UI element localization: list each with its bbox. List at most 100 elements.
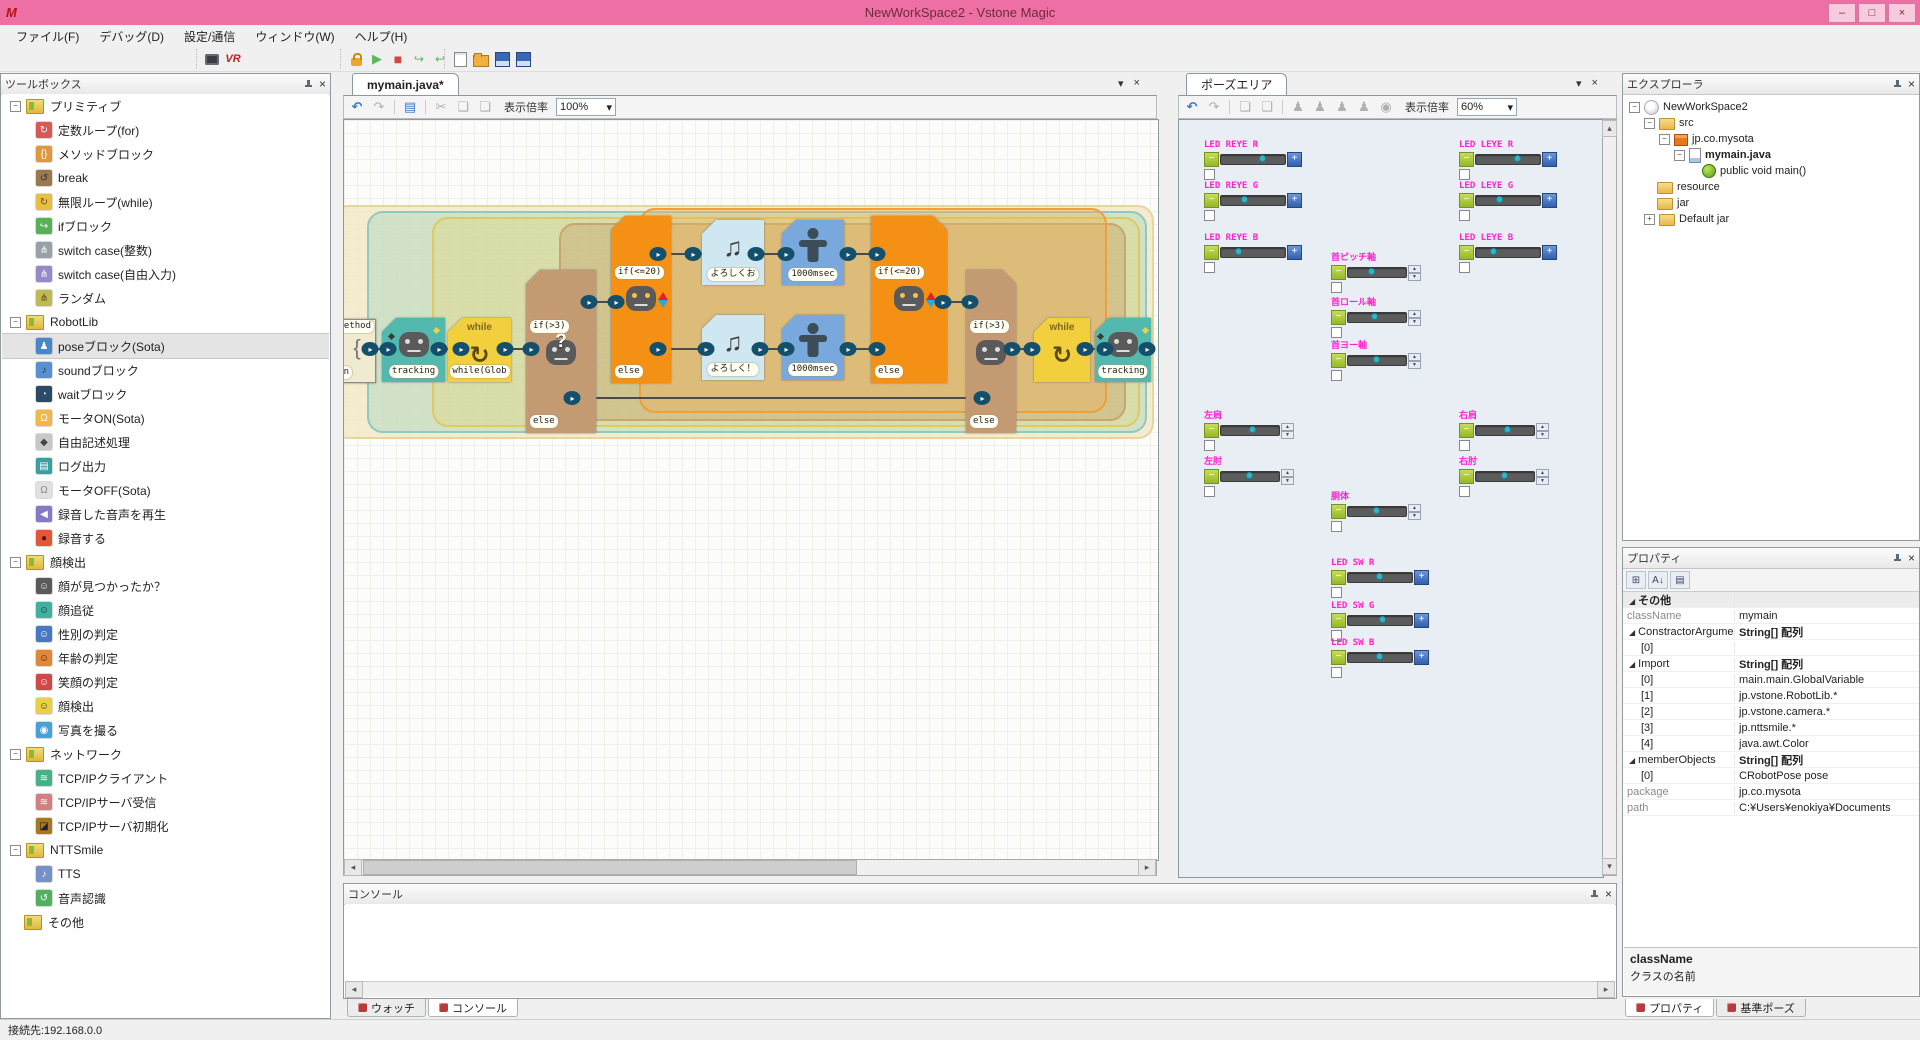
spin-down-icon[interactable]: ▼ (1281, 477, 1294, 485)
decrement-button[interactable]: − (1331, 570, 1346, 585)
slider-track[interactable] (1347, 312, 1407, 323)
toolbox-item[interactable]: ⋔ランダム (2, 286, 329, 310)
property-row[interactable]: [2]jp.vstone.camera.* (1623, 704, 1919, 720)
expand-icon[interactable]: − (10, 749, 21, 760)
decrement-button[interactable]: − (1331, 504, 1346, 519)
decrement-button[interactable]: − (1204, 423, 1219, 438)
spin-down-icon[interactable]: ▼ (1408, 318, 1421, 326)
pose-vscrollbar[interactable]: ▴ ▾ (1602, 119, 1617, 876)
property-row[interactable]: [0] (1623, 640, 1919, 656)
slider-track[interactable] (1347, 267, 1407, 278)
connection-port[interactable]: ▸ (564, 391, 581, 405)
tab-基準ポーズ[interactable]: 基準ポーズ (1716, 999, 1805, 1017)
slider-thumb[interactable] (1501, 472, 1508, 479)
value-spinner[interactable]: ▲▼ (1408, 310, 1421, 326)
close-button[interactable]: × (1888, 3, 1916, 23)
value-spinner[interactable]: ▲▼ (1408, 265, 1421, 281)
expand-icon[interactable]: − (10, 557, 21, 568)
spin-down-icon[interactable]: ▼ (1536, 431, 1549, 439)
toolbox-item[interactable]: ΩモータOFF(Sota) (2, 478, 329, 502)
slider-track[interactable] (1347, 615, 1413, 626)
decrement-button[interactable]: − (1459, 193, 1474, 208)
slider-thumb[interactable] (1235, 248, 1242, 255)
connection-port[interactable]: ▸ (431, 342, 448, 356)
pin-icon[interactable] (304, 80, 313, 89)
spin-down-icon[interactable]: ▼ (1281, 431, 1294, 439)
toolbox-item[interactable]: ◪TCP/IPサーバ初期化 (2, 814, 329, 838)
connection-port[interactable]: ▸ (840, 342, 857, 356)
slider-thumb[interactable] (1259, 155, 1266, 162)
connection-port[interactable]: ▸ (778, 247, 795, 261)
slider-checkbox[interactable] (1204, 486, 1215, 497)
saveall-icon[interactable] (514, 51, 532, 68)
toolbox-item[interactable]: ◔waitブロック (2, 382, 329, 406)
toolbox-group-4[interactable]: −NTTSmile (2, 838, 329, 862)
spin-up-icon[interactable]: ▲ (1408, 353, 1421, 361)
connection-port[interactable]: ▸ (650, 342, 667, 356)
increment-button[interactable]: + (1287, 193, 1302, 208)
increment-button[interactable]: + (1542, 193, 1557, 208)
newdoc-icon[interactable] (451, 51, 469, 68)
toolbox-item[interactable]: ♟poseブロック(Sota) (2, 334, 329, 358)
connection-port[interactable]: ▸ (1024, 342, 1041, 356)
expand-icon[interactable]: − (1674, 150, 1685, 161)
toolbox-group-0[interactable]: −プリミティブ (2, 94, 329, 118)
increment-button[interactable]: + (1414, 613, 1429, 628)
explorer-item[interactable]: public void main() (1625, 163, 1917, 179)
slider-checkbox[interactable] (1331, 521, 1342, 532)
connection-port[interactable]: ▸ (650, 247, 667, 261)
toolbox-group-5[interactable]: その他 (2, 910, 329, 934)
toolbox-item[interactable]: ◀録音した音声を再生 (2, 502, 329, 526)
spin-down-icon[interactable]: ▼ (1408, 512, 1421, 520)
pin-icon[interactable] (1893, 554, 1902, 563)
value-spinner[interactable]: ▲▼ (1281, 423, 1294, 439)
slider-thumb[interactable] (1376, 653, 1383, 660)
value-spinner[interactable]: ▲▼ (1408, 353, 1421, 369)
explorer-item[interactable]: −src (1625, 115, 1917, 131)
connection-port[interactable]: ▸ (497, 342, 514, 356)
console-output[interactable] (345, 904, 1615, 980)
toolbox-item[interactable]: ☺年齢の判定 (2, 646, 329, 670)
slider-thumb[interactable] (1249, 426, 1256, 433)
spin-up-icon[interactable]: ▲ (1408, 310, 1421, 318)
decrement-button[interactable]: − (1204, 469, 1219, 484)
connection-port[interactable]: ▸ (523, 342, 540, 356)
connection-port[interactable]: ▸ (362, 342, 379, 356)
slider-checkbox[interactable] (1331, 327, 1342, 338)
slider-thumb[interactable] (1373, 356, 1380, 363)
connection-port[interactable]: ▸ (581, 295, 598, 309)
toolbox-group-3[interactable]: −ネットワーク (2, 742, 329, 766)
console-hscrollbar[interactable]: ◂ ▸ (345, 981, 1615, 997)
connection-port[interactable]: ▸ (380, 342, 397, 356)
pin-icon[interactable] (1893, 80, 1902, 89)
connection-port[interactable]: ▸ (974, 391, 991, 405)
value-spinner[interactable]: ▲▼ (1536, 423, 1549, 439)
connection-port[interactable]: ▸ (840, 247, 857, 261)
editor-hscrollbar[interactable]: ◂ ▸ (343, 859, 1157, 876)
slider-thumb[interactable] (1373, 507, 1380, 514)
camera-icon[interactable]: ◉ (1377, 99, 1395, 116)
scroll-up-icon[interactable]: ▴ (1602, 120, 1617, 137)
slider-checkbox[interactable] (1459, 486, 1470, 497)
toolbox-group-1[interactable]: −RobotLib (2, 310, 329, 334)
menu-item-1[interactable]: デバッグ(D) (89, 26, 174, 47)
toolbox-item[interactable]: ◆自由記述処理 (2, 430, 329, 454)
decrement-button[interactable]: − (1331, 353, 1346, 368)
connection-port[interactable]: ▸ (778, 342, 795, 356)
zoom-dropdown[interactable]: 100%▾ (556, 98, 616, 116)
slider-track[interactable] (1347, 572, 1413, 583)
robot-icon[interactable]: ♟ (1311, 99, 1329, 116)
tab-pose-area[interactable]: ポーズエリア (1186, 73, 1287, 95)
sort-button[interactable]: A↓ (1648, 571, 1668, 589)
slider-checkbox[interactable] (1459, 169, 1470, 180)
spin-up-icon[interactable]: ▲ (1536, 423, 1549, 431)
toolbox-item[interactable]: ☺顔検出 (2, 694, 329, 718)
property-row[interactable]: ◢ImportString[] 配列 (1623, 656, 1919, 672)
slider-track[interactable] (1347, 506, 1407, 517)
slider-checkbox[interactable] (1459, 262, 1470, 273)
slider-checkbox[interactable] (1204, 262, 1215, 273)
decrement-button[interactable]: − (1331, 613, 1346, 628)
slider-track[interactable] (1347, 652, 1413, 663)
connection-port[interactable]: ▸ (698, 342, 715, 356)
slider-thumb[interactable] (1504, 426, 1511, 433)
